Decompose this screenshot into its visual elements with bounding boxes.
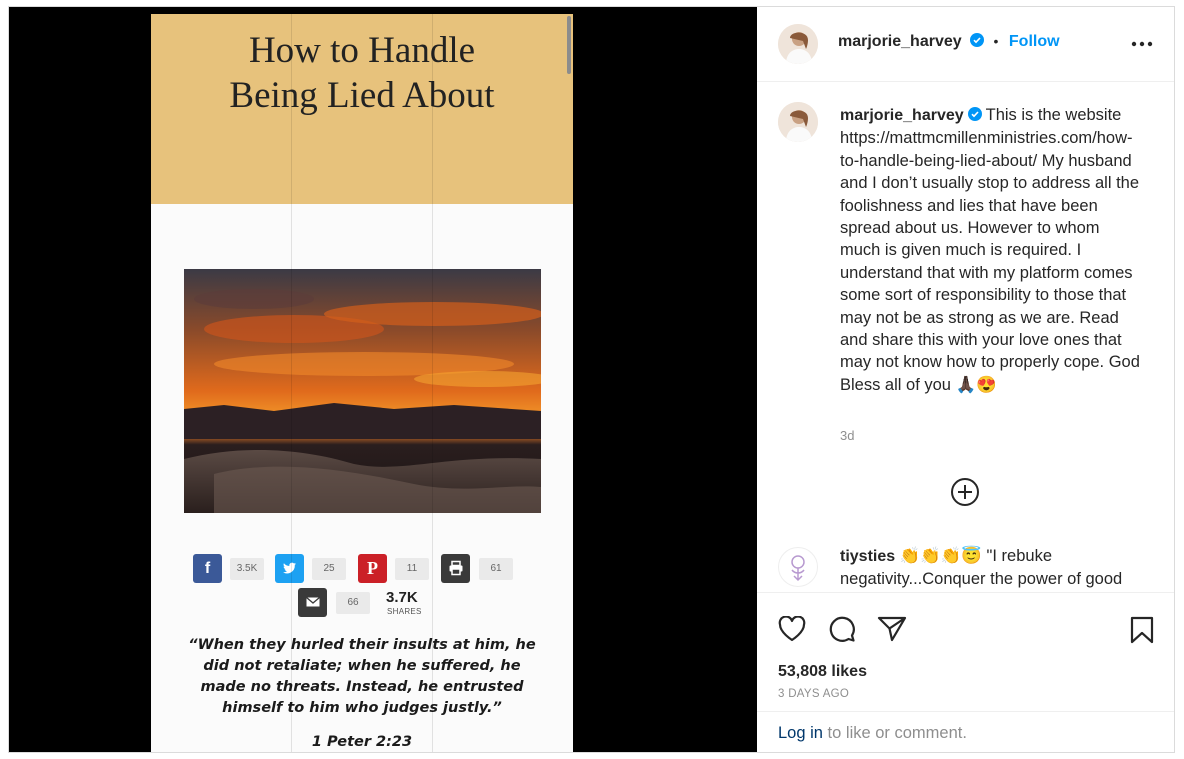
- likes-count[interactable]: 53,808 likes: [778, 663, 867, 681]
- caption-emojis: 🙏🏿😍: [955, 375, 997, 394]
- add-circle-icon[interactable]: [950, 477, 980, 507]
- post-date: 3 DAYS AGO: [778, 688, 850, 700]
- caption-timestamp[interactable]: 3d: [840, 428, 854, 443]
- like-heart-icon[interactable]: [778, 616, 806, 642]
- fold-crease: [432, 14, 433, 752]
- caption-username-link[interactable]: marjorie_harvey: [840, 107, 964, 124]
- post-actions: 53,808 likes 3 DAYS AGO Log in to like o…: [757, 592, 1174, 752]
- login-prompt: Log in to like or comment.: [757, 711, 1174, 752]
- save-bookmark-icon[interactable]: [1130, 616, 1154, 644]
- caption-text: This is the website https://mattmcmillen…: [840, 106, 1140, 394]
- article-title: How to Handle Being Lied About: [151, 28, 573, 118]
- email-icon: [305, 597, 320, 607]
- commenter-avatar[interactable]: [778, 547, 818, 587]
- share-print-count: 61: [479, 558, 513, 580]
- share-twitter-button[interactable]: [275, 554, 304, 583]
- share-facebook-count: 3.5K: [230, 558, 264, 580]
- bible-quote: “When they hurled their insults at him, …: [175, 635, 549, 719]
- fold-crease: [291, 14, 292, 752]
- share-email-count: 66: [336, 592, 370, 614]
- instagram-post-modal: How to Handle Being Lied About f 3.5K 25…: [8, 6, 1175, 753]
- article-title-line1: How to Handle: [248, 30, 476, 71]
- share-facebook-button[interactable]: f: [193, 554, 222, 583]
- post-side-panel: marjorie_harvey • Follow marjorie_harvey…: [757, 7, 1174, 752]
- share-paper-plane-icon[interactable]: [877, 616, 907, 642]
- verified-badge-icon: [970, 33, 985, 47]
- post-header: marjorie_harvey • Follow: [757, 7, 1174, 82]
- login-prompt-text: to like or comment.: [822, 724, 967, 742]
- quote-line: did not retaliate; when he suffered, he: [203, 658, 521, 674]
- article-screenshot: How to Handle Being Lied About f 3.5K 25…: [151, 14, 573, 752]
- post-caption: marjorie_harvey This is the website https…: [840, 104, 1140, 396]
- author-avatar[interactable]: [778, 24, 818, 64]
- quote-line: made no threats. Instead, he entrusted: [200, 679, 524, 695]
- share-pinterest-button[interactable]: P: [358, 554, 387, 583]
- post-media[interactable]: How to Handle Being Lied About f 3.5K 25…: [9, 7, 757, 752]
- total-shares-count: 3.7K: [386, 589, 418, 606]
- quote-reference: 1 Peter 2:23: [311, 734, 413, 750]
- verified-badge-icon: [967, 107, 982, 121]
- share-email-button[interactable]: [298, 588, 327, 617]
- more-options-icon[interactable]: [1131, 41, 1153, 47]
- article-scrollbar: [567, 16, 571, 74]
- login-link[interactable]: Log in: [778, 724, 823, 742]
- header-separator: •: [993, 33, 999, 49]
- print-icon: [449, 560, 462, 576]
- commenter-username-link[interactable]: tiysties: [840, 548, 895, 565]
- comment-item: tiysties 👏👏👏😇 "I rebuke negativity...Con…: [840, 545, 1150, 590]
- twitter-icon: [282, 562, 296, 574]
- total-shares-label: SHARES: [387, 607, 422, 616]
- comment-bubble-icon[interactable]: [828, 615, 856, 643]
- quote-line: “When they hurled their insults at him, …: [188, 637, 536, 653]
- article-title-line2: Being Lied About: [229, 75, 495, 116]
- follow-button[interactable]: Follow: [1009, 33, 1060, 50]
- sunset-desert-photo: [184, 269, 541, 513]
- quote-line: himself to him who judges justly.”: [222, 700, 502, 716]
- share-print-button[interactable]: [441, 554, 470, 583]
- comment-emojis: 👏👏👏😇: [899, 547, 982, 565]
- caption-author-avatar[interactable]: [778, 102, 818, 142]
- author-username-link[interactable]: marjorie_harvey: [838, 33, 962, 50]
- share-pinterest-count: 11: [395, 558, 429, 580]
- share-twitter-count: 25: [312, 558, 346, 580]
